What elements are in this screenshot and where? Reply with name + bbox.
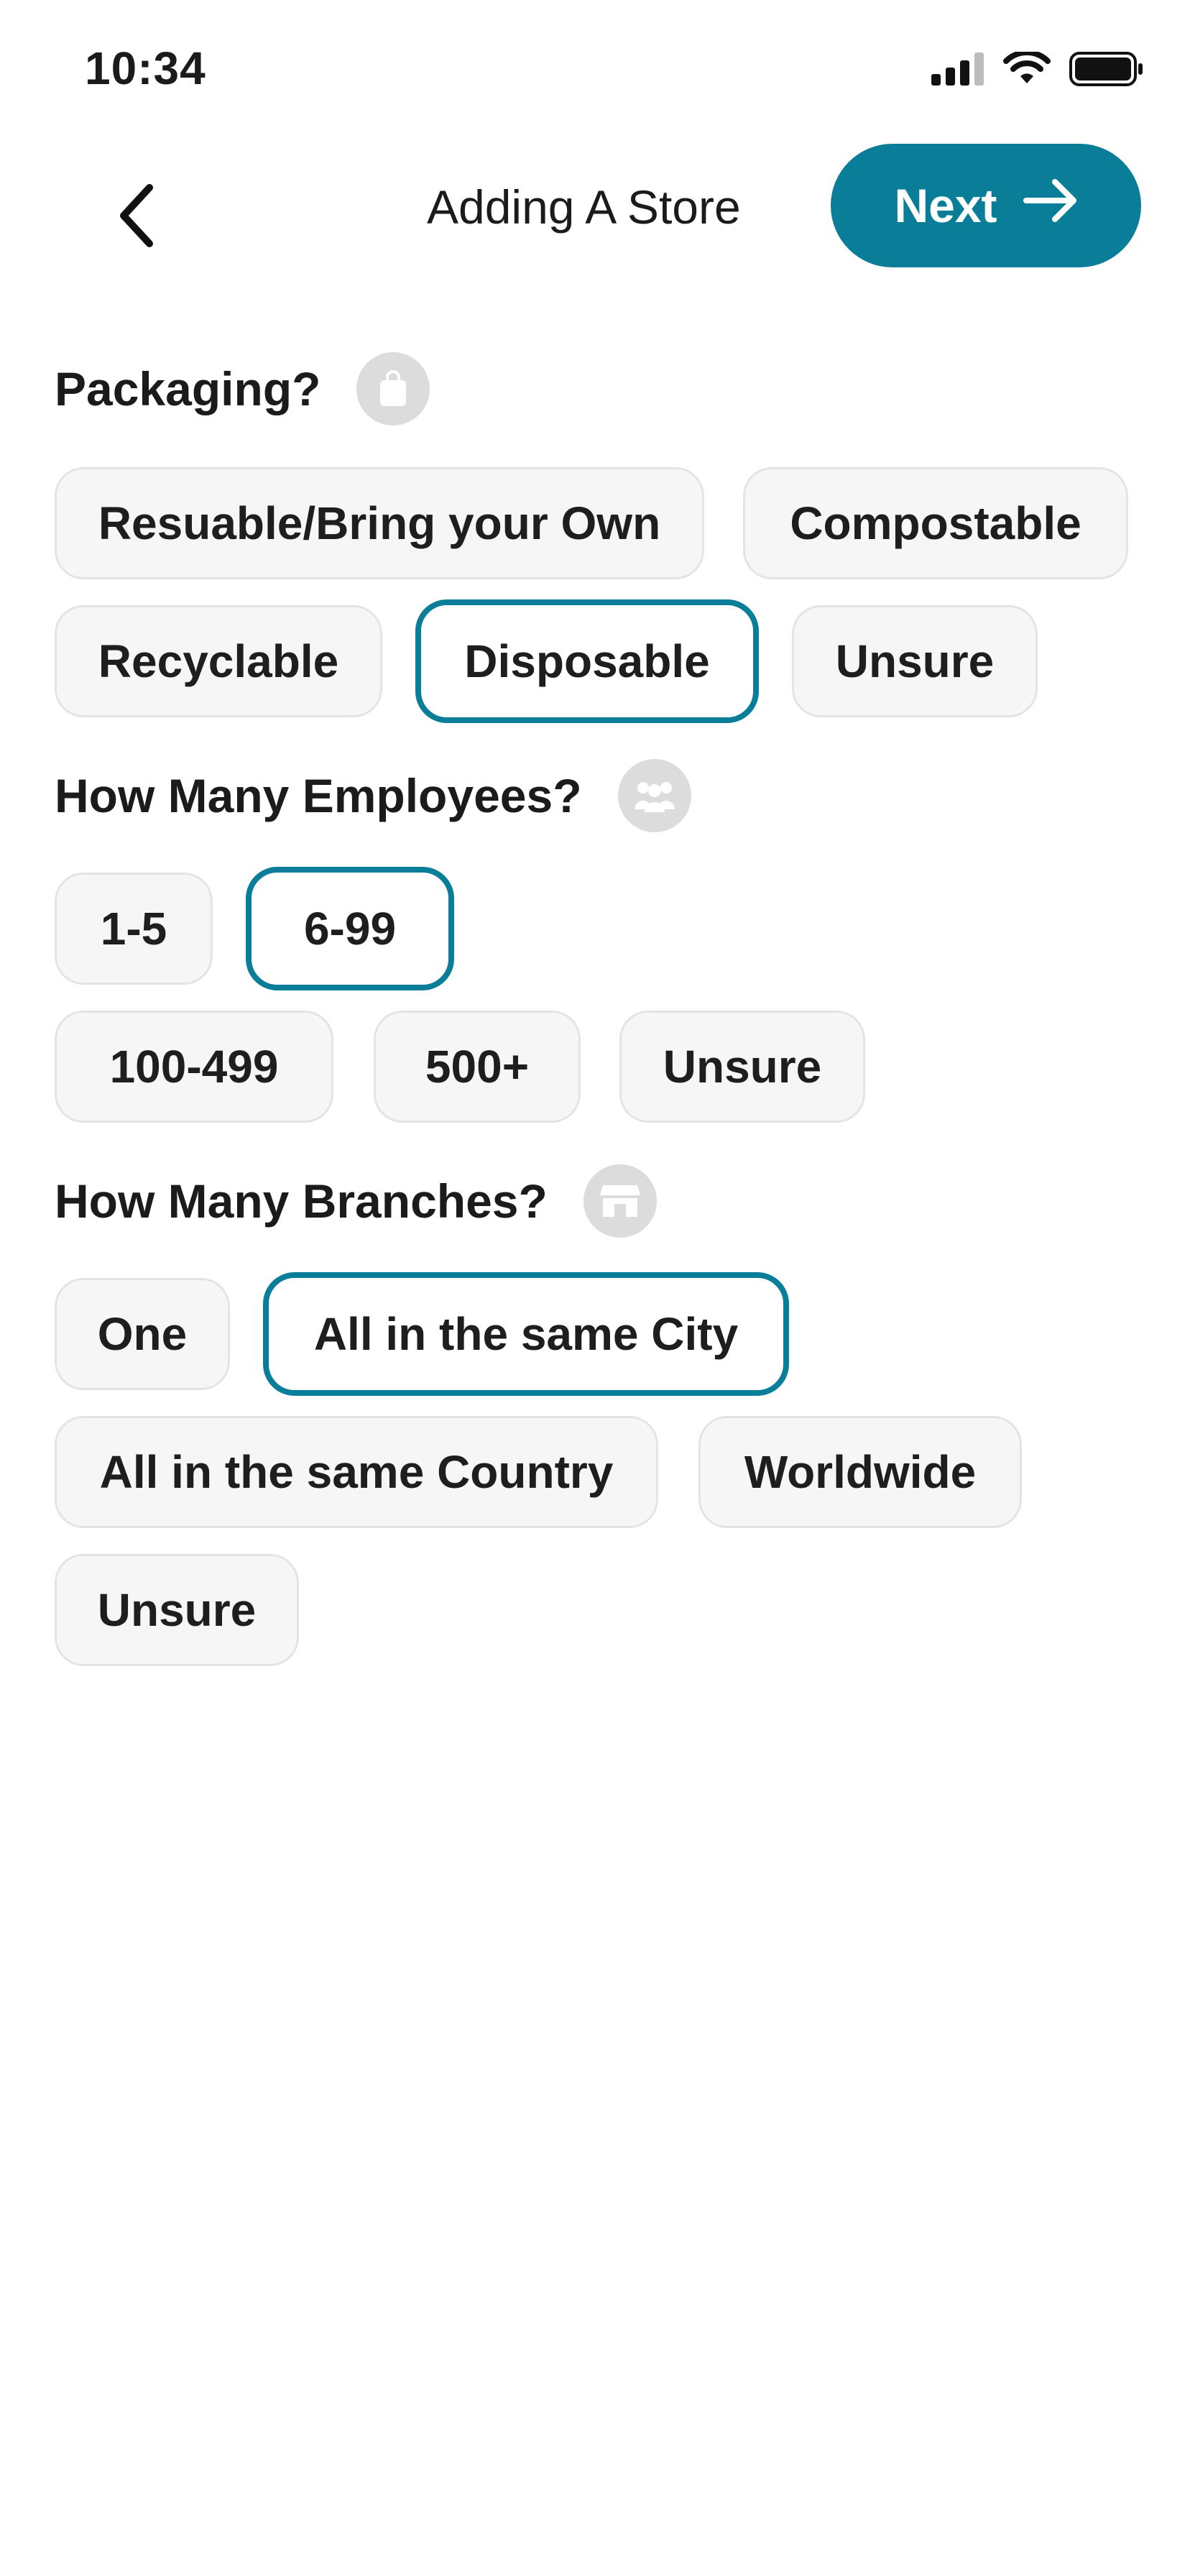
employees-option-1-5[interactable]: 1-5	[55, 873, 213, 985]
shopping-bag-icon	[356, 352, 430, 426]
packaging-option-unsure[interactable]: Unsure	[792, 605, 1038, 717]
employees-option-unsure[interactable]: Unsure	[619, 1011, 865, 1123]
status-icons	[931, 50, 1144, 90]
employees-title: How Many Employees?	[55, 769, 582, 822]
chevron-left-icon	[115, 183, 158, 252]
employees-section-title: How Many Employees?	[55, 759, 691, 832]
branches-option-same-city[interactable]: All in the same City	[263, 1272, 789, 1396]
status-bar: 10:34	[0, 0, 1190, 144]
branches-option-unsure[interactable]: Unsure	[55, 1554, 299, 1666]
back-button[interactable]	[108, 181, 165, 253]
employees-option-500-plus[interactable]: 500+	[374, 1011, 581, 1123]
employees-option-6-99[interactable]: 6-99	[246, 867, 454, 990]
battery-icon	[1069, 52, 1144, 90]
cellular-signal-icon	[931, 52, 984, 89]
branches-section-title: How Many Branches?	[55, 1164, 657, 1238]
next-button[interactable]: Next	[831, 144, 1141, 267]
branches-option-same-country[interactable]: All in the same Country	[55, 1416, 658, 1528]
branches-option-worldwide[interactable]: Worldwide	[698, 1416, 1022, 1528]
packaging-option-reusable[interactable]: Resuable/Bring your Own	[55, 467, 704, 579]
branches-title: How Many Branches?	[55, 1174, 548, 1228]
page-title: Adding A Store	[427, 180, 741, 234]
status-time: 10:34	[85, 42, 206, 94]
packaging-title: Packaging?	[55, 362, 321, 415]
packaging-option-disposable[interactable]: Disposable	[415, 599, 759, 723]
packaging-option-compostable[interactable]: Compostable	[743, 467, 1128, 579]
header: Adding A Store Next	[0, 144, 1190, 267]
employees-option-100-499[interactable]: 100-499	[55, 1011, 333, 1123]
packaging-option-recyclable[interactable]: Recyclable	[55, 605, 382, 717]
arrow-right-icon	[1023, 178, 1078, 233]
branches-option-one[interactable]: One	[55, 1278, 230, 1390]
packaging-section-title: Packaging?	[55, 352, 430, 426]
next-button-label: Next	[894, 179, 997, 232]
wifi-icon	[1003, 50, 1051, 90]
people-group-icon	[617, 759, 691, 832]
storefront-icon	[583, 1164, 657, 1238]
